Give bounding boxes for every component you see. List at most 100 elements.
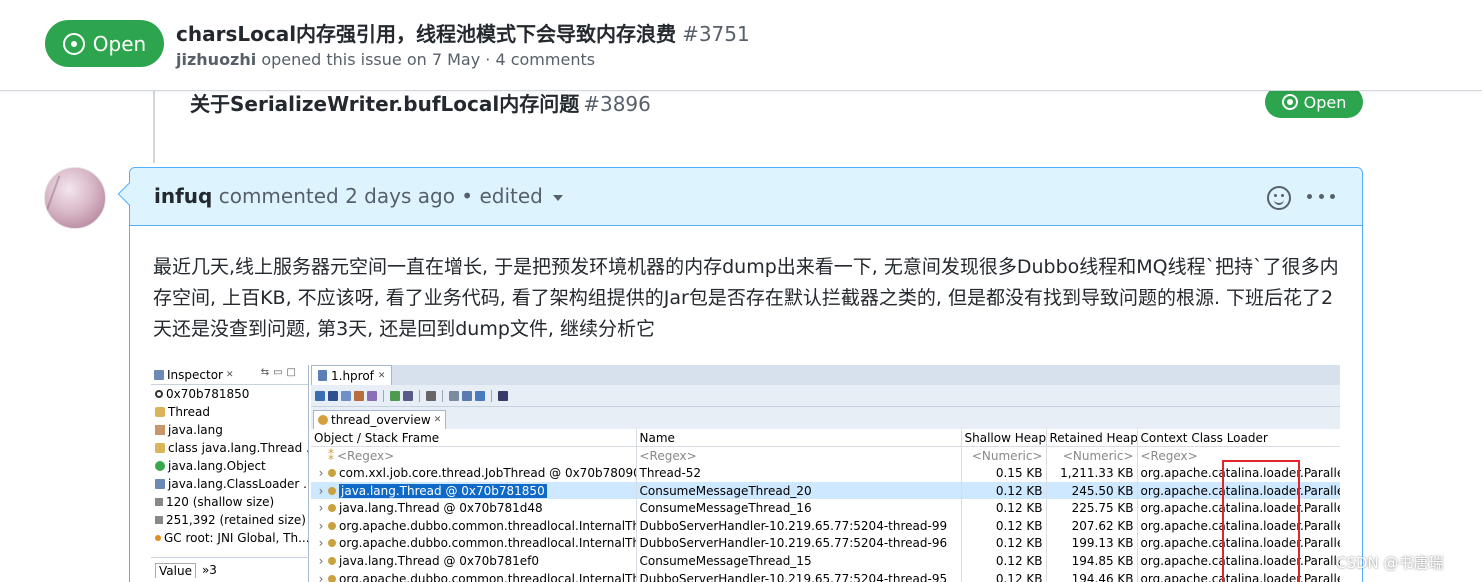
hprof-file-tab-label: 1.hprof (331, 368, 374, 383)
file-icon (318, 370, 327, 381)
referenced-open-icon (1281, 94, 1298, 110)
inspector-tab-icon (154, 369, 164, 380)
smiley-reaction-icon[interactable] (1267, 186, 1291, 210)
editor-tabs: 1.hprof ✕ (311, 365, 1340, 385)
timeline-line (153, 91, 155, 163)
column-header: Name (636, 429, 962, 448)
table-row: › java.lang.Thread @ 0x70b781ef0 ConsumeMe… (311, 552, 1340, 570)
size-icon (155, 498, 163, 506)
thread-icon (318, 415, 328, 425)
name-cell: DubboServerHandler-10.219.65.77:5204-thr… (636, 534, 962, 553)
column-header: Shallow Heap (961, 429, 1047, 448)
shallow-cell: 0.12 KB (961, 516, 1047, 535)
issue-meta-text: opened this issue on 7 May · 4 comments (261, 50, 596, 69)
table-row: › java.lang.Thread @ 0x70b781850 ConsumeMe… (311, 481, 1340, 500)
comment-author-link[interactable]: infuq (154, 184, 212, 208)
referenced-issue-link[interactable]: 关于SerializeWriter.bufLocal内存问题 #3896 (190, 88, 651, 117)
object-cell: › org.apache.dubbo.common.threadlocal.Int… (311, 516, 637, 535)
classloader-icon (155, 479, 165, 489)
table-row: › com.xxl.job.core.thread.JobThread @ 0x7… (311, 464, 1340, 482)
calculate-icon (462, 390, 472, 401)
thread-overview-pane: 1.hprof ✕ thread_overview ✕ Object / Sta… (311, 365, 1340, 582)
table-row: › org.apache.dubbo.common.threadlocal.Int… (311, 534, 1340, 553)
thread-overview-tab: thread_overview ✕ (313, 410, 447, 429)
inspector-row-text: GC root: JNI Global, Th... (164, 531, 308, 545)
thread-object-icon (328, 486, 336, 495)
avatar[interactable] (44, 167, 106, 229)
close-icon: ✕ (433, 415, 442, 425)
expand-icon: › (318, 553, 324, 568)
filter-row: ⁑ <Regex> <Regex> <Numeric> <Numeric> <Re… (311, 446, 1340, 465)
issue-state-label: Open (92, 31, 147, 56)
shallow-cell: 0.12 KB (961, 499, 1047, 517)
table-row: › org.apache.dubbo.common.threadlocal.Int… (311, 516, 1340, 535)
query-browser-icon (403, 390, 413, 401)
close-icon: ✕ (377, 370, 386, 381)
thread-table: Object / Stack Frame Name Shallow Heap R… (311, 429, 1340, 582)
shallow-cell: 0.12 KB (961, 534, 1047, 553)
expand-icon: › (318, 518, 324, 533)
oql-icon (354, 390, 364, 401)
thread-object-icon (328, 504, 336, 513)
inspector-tab-label: Inspector (167, 367, 223, 382)
close-icon: ✕ (225, 369, 234, 380)
size-icon (155, 516, 163, 524)
loader-cell: org.apache.catalina.loader.ParallelW (1137, 552, 1340, 570)
expand-icon: › (318, 501, 324, 516)
filter-cell: <Regex> (636, 446, 962, 465)
expand-icon: › (318, 465, 324, 480)
shallow-cell: 0.12 KB (961, 552, 1047, 570)
inspector-row-text: class java.lang.Thread ... (168, 441, 308, 455)
retained-cell: 225.75 KB (1046, 499, 1138, 517)
inspector-row: java.lang.ClassLoader ... (151, 475, 308, 493)
value-tab: Value (155, 562, 196, 578)
edited-dropdown-caret-icon[interactable] (552, 194, 563, 201)
thread-overview-tab-label: thread_overview (331, 413, 431, 427)
referenced-issue-title: 关于SerializeWriter.bufLocal内存问题 (190, 92, 580, 116)
loader-cell: org.apache.catalina.loader.ParallelW (1137, 569, 1340, 582)
issue-open-icon (62, 32, 85, 55)
chart-icon (498, 390, 508, 401)
table-row: › org.apache.dubbo.common.threadlocal.Int… (311, 569, 1340, 582)
group-icon (449, 390, 459, 401)
inspector-row: 120 (shallow size) (151, 493, 308, 511)
issue-title[interactable]: charsLocal内存强引用，线程池模式下会导致内存浪费 #3751 (176, 18, 750, 47)
shallow-cell: 0.12 KB (961, 481, 1047, 500)
loader-cell: org.apache.catalina.loader.ParallelW (1137, 534, 1340, 553)
issue-state-badge: Open (45, 20, 164, 67)
object-cell: › org.apache.dubbo.common.threadlocal.Int… (311, 569, 637, 582)
filter-cell: <Numeric> (1046, 446, 1138, 465)
retained-cell: 199.13 KB (1046, 534, 1138, 553)
thread-object-icon (328, 468, 336, 477)
issue-sticky-header: Open charsLocal内存强引用，线程池模式下会导致内存浪费 #3751 … (0, 0, 1482, 91)
more-tabs-indicator: »3 (201, 563, 217, 577)
dominator-tree-icon (341, 390, 351, 401)
inspector-row: 0x70b781850 (151, 385, 308, 403)
expand-icon: › (318, 571, 324, 582)
comment-header-text: infuq commented 2 days ago • edited (154, 184, 563, 208)
inspector-rows: 0x70b781850 Thread java.lang class java.lan… (151, 385, 308, 547)
issue-author-link[interactable]: jizhuozhi (176, 50, 256, 69)
name-cell: ConsumeMessageThread_15 (636, 552, 962, 570)
inspector-row-text: 0x70b781850 (166, 387, 250, 401)
thread-object-icon (328, 556, 336, 565)
inspector-row: 251,392 (retained size) (151, 511, 308, 529)
search-icon (426, 390, 436, 401)
name-cell: Thread-52 (636, 464, 962, 482)
kebab-menu-icon[interactable] (1307, 194, 1335, 200)
filter-cell: ⁑ <Regex> (311, 446, 637, 465)
inspector-row: java.lang.Object (151, 457, 308, 475)
column-header: Context Class Loader (1137, 429, 1340, 448)
inspector-row: java.lang (151, 421, 308, 439)
class-icon (155, 443, 165, 453)
loader-cell: org.apache.catalina.loader.ParallelW (1137, 499, 1340, 517)
referenced-issue-number: #3896 (583, 92, 651, 116)
filter-cell: <Regex> (1137, 446, 1340, 465)
column-header: Retained Heap (1046, 429, 1138, 448)
name-cell: DubboServerHandler-10.219.65.77:5204-thr… (636, 516, 962, 535)
retained-cell: 194.85 KB (1046, 552, 1138, 570)
info-icon (315, 390, 325, 401)
name-cell: ConsumeMessageThread_20 (636, 481, 962, 500)
class-icon (155, 407, 165, 417)
loader-cell: org.apache.catalina.loader.ParallelW (1137, 516, 1340, 535)
